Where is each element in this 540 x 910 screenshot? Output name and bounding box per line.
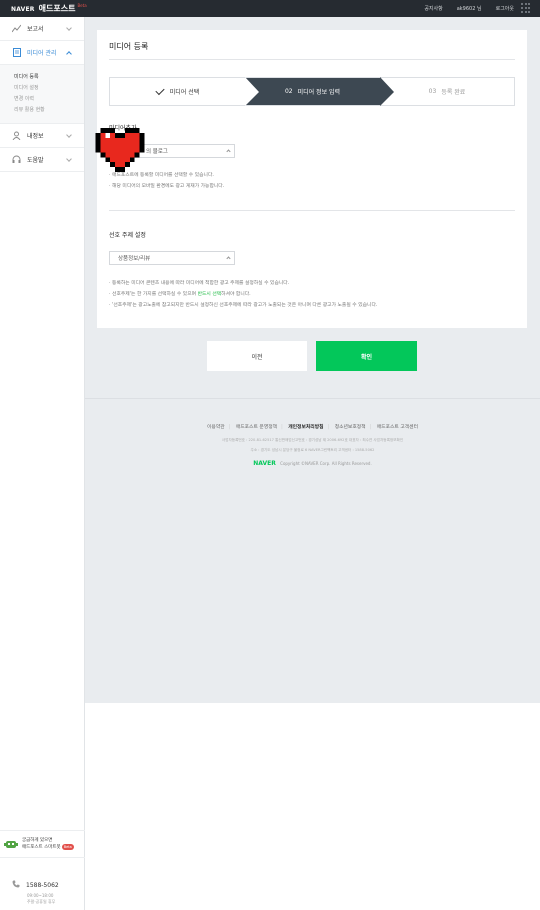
page-title: 미디어 등록 bbox=[109, 42, 149, 51]
footer-link-policy[interactable]: 애드포스트 운영정책 bbox=[236, 425, 277, 430]
adpost-logo: 애드포스트 bbox=[38, 4, 76, 13]
footer-link-youth[interactable]: 청소년보호정책 bbox=[335, 425, 366, 430]
sidebar-item-label: 보고서 bbox=[27, 26, 44, 33]
chevron-down-icon bbox=[66, 25, 72, 31]
brand-logo[interactable]: NAVER 애드포스트 Beta bbox=[11, 3, 87, 14]
logout-link[interactable]: 로그아웃 bbox=[496, 5, 514, 12]
submenu-review-usage[interactable]: 리뷰 활용 현황 bbox=[14, 105, 84, 116]
step-3-label: 등록 완료 bbox=[441, 89, 466, 96]
footer-copyright: NAVER Copyright ©NAVER Corp. All Rights … bbox=[85, 460, 540, 467]
apps-grid-icon[interactable] bbox=[521, 3, 531, 13]
topic-select[interactable]: 상품정보/리뷰 bbox=[109, 251, 235, 265]
heart-icon bbox=[95, 128, 145, 172]
chevron-up-icon bbox=[66, 51, 72, 57]
check-icon bbox=[155, 85, 165, 96]
sidebar-item-media[interactable]: 미디어 관리 bbox=[0, 41, 84, 65]
footer-link-terms[interactable]: 이용약관 bbox=[207, 425, 225, 430]
step-2-label: 미디어 정보 입력 bbox=[297, 89, 341, 96]
media-submenu: 미디어 등록 미디어 설정 변경 이력 리뷰 활용 현황 bbox=[0, 65, 84, 124]
user-icon bbox=[12, 131, 21, 140]
copyright-text: Copyright ©NAVER Corp. All Rights Reserv… bbox=[280, 461, 372, 466]
chevron-up-icon bbox=[226, 256, 231, 261]
media-notes: · 애드포스트에 등록할 미디어를 선택할 수 있습니다. · 해당 미디어의 … bbox=[109, 170, 224, 192]
title-divider bbox=[109, 59, 515, 60]
sidebar-item-label: 내정보 bbox=[27, 133, 44, 140]
step-1-label: 미디어 선택 bbox=[169, 89, 200, 96]
robot-icon bbox=[4, 839, 18, 849]
step-3: 03 등록 완료 bbox=[380, 78, 514, 105]
topic-notes: · 등록하는 미디어 콘텐츠 내용에 따라 미디어에 적합한 광고 주제를 설정… bbox=[109, 278, 377, 311]
top-bar: NAVER 애드포스트 Beta 공지사항 ak9602 님 로그아웃 bbox=[0, 0, 540, 17]
media-register-card: 미디어 등록 미디어 선택 02 미디어 정보 입력 03 등록 완료 미디어추… bbox=[97, 30, 527, 328]
blank-area bbox=[85, 703, 540, 910]
footer-links: 이용약관 | 애드포스트 운영정책 | 개인정보처리방침 | 청소년보호정책 | 애드포… bbox=[207, 425, 418, 430]
topic-note: · '선호주제'는 광고노출에 참고되지만 반드시 설정하신 선호주제에 따라 … bbox=[109, 303, 378, 308]
smartbot-line2: 애드포스트 스마트봇 bbox=[22, 844, 61, 850]
naver-logo: NAVER bbox=[11, 6, 35, 13]
chevron-down-icon bbox=[66, 156, 72, 162]
step-3-number: 03 bbox=[428, 88, 437, 95]
headset-icon bbox=[12, 155, 21, 164]
section-divider bbox=[109, 210, 515, 211]
beta-label: Beta bbox=[77, 3, 87, 8]
sidebar-item-help[interactable]: 도움말 bbox=[0, 148, 84, 172]
notice-link[interactable]: 공지사항 bbox=[424, 5, 442, 12]
step-2-number: 02 bbox=[284, 88, 293, 95]
submenu-change-history[interactable]: 변경 이력 bbox=[14, 94, 84, 105]
user-name-link[interactable]: ak9602 님 bbox=[457, 5, 482, 12]
footer-link-support[interactable]: 애드포스트 고객센터 bbox=[377, 425, 418, 430]
top-nav: 공지사항 ak9602 님 로그아웃 bbox=[424, 0, 514, 17]
beta-badge: Beta bbox=[61, 843, 74, 850]
chevron-down-icon bbox=[66, 132, 72, 138]
topic-section-label: 선호 주제 설정 bbox=[109, 232, 146, 239]
customer-phone: 1588-5062 09:00~18:00 주말·공휴일 휴무 bbox=[12, 880, 59, 905]
step-indicator: 미디어 선택 02 미디어 정보 입력 03 등록 완료 bbox=[109, 77, 515, 106]
prev-button[interactable]: 이전 bbox=[207, 341, 307, 371]
smartbot-banner[interactable]: 궁금하게 있으면 애드포스트 스마트봇 Beta bbox=[0, 830, 85, 858]
submenu-media-settings[interactable]: 미디어 설정 bbox=[14, 83, 84, 94]
footer-company-info: 사업자등록번호 : 220-81-62517 통신판매업신고번호 : 경기성남 … bbox=[221, 438, 404, 442]
phone-note: 주말·공휴일 휴무 bbox=[27, 899, 56, 904]
confirm-button[interactable]: 확인 bbox=[316, 341, 417, 371]
topic-select-value: 상품정보/리뷰 bbox=[118, 256, 151, 262]
phone-icon bbox=[12, 880, 20, 890]
footer-address: 주소 : 경기도 성남시 분당구 불정로 6 NAVER그린팩토리 고객센터 :… bbox=[250, 448, 375, 452]
required-highlight: 반드시 선택 bbox=[197, 292, 222, 297]
sidebar-item-label: 미디어 관리 bbox=[27, 50, 57, 57]
sidebar-item-label: 도움말 bbox=[27, 157, 44, 164]
step-1: 미디어 선택 bbox=[110, 78, 245, 105]
sidebar-item-myinfo[interactable]: 내정보 bbox=[0, 124, 84, 148]
media-select-value: 의 블로그 bbox=[146, 149, 168, 155]
chevron-up-icon bbox=[226, 149, 231, 154]
topic-note-required: · 선호주제'는 한 가지를 선택하실 수 있으며 반드시 선택하셔야 합니다. bbox=[109, 292, 251, 297]
submenu-media-register[interactable]: 미디어 등록 bbox=[14, 72, 84, 83]
sidebar: 보고서 미디어 관리 미디어 등록 미디어 설정 변경 이력 리뷰 활용 현황 … bbox=[0, 17, 85, 910]
chart-line-icon bbox=[12, 24, 21, 33]
media-note: · 해당 미디어의 모바일 환경에도 광고 게재가 가능합니다. bbox=[109, 184, 225, 189]
phone-number: 1588-5062 bbox=[26, 881, 59, 889]
document-icon bbox=[12, 48, 21, 57]
naver-footer-logo: NAVER bbox=[253, 460, 276, 467]
footer-link-privacy[interactable]: 개인정보처리방침 bbox=[288, 425, 323, 430]
step-2: 02 미디어 정보 입력 bbox=[245, 77, 394, 106]
topic-note: · 등록하는 미디어 콘텐츠 내용에 따라 미디어에 적합한 광고 주제를 설정… bbox=[109, 281, 290, 286]
footer-divider bbox=[85, 398, 540, 399]
sidebar-item-report[interactable]: 보고서 bbox=[0, 17, 84, 41]
